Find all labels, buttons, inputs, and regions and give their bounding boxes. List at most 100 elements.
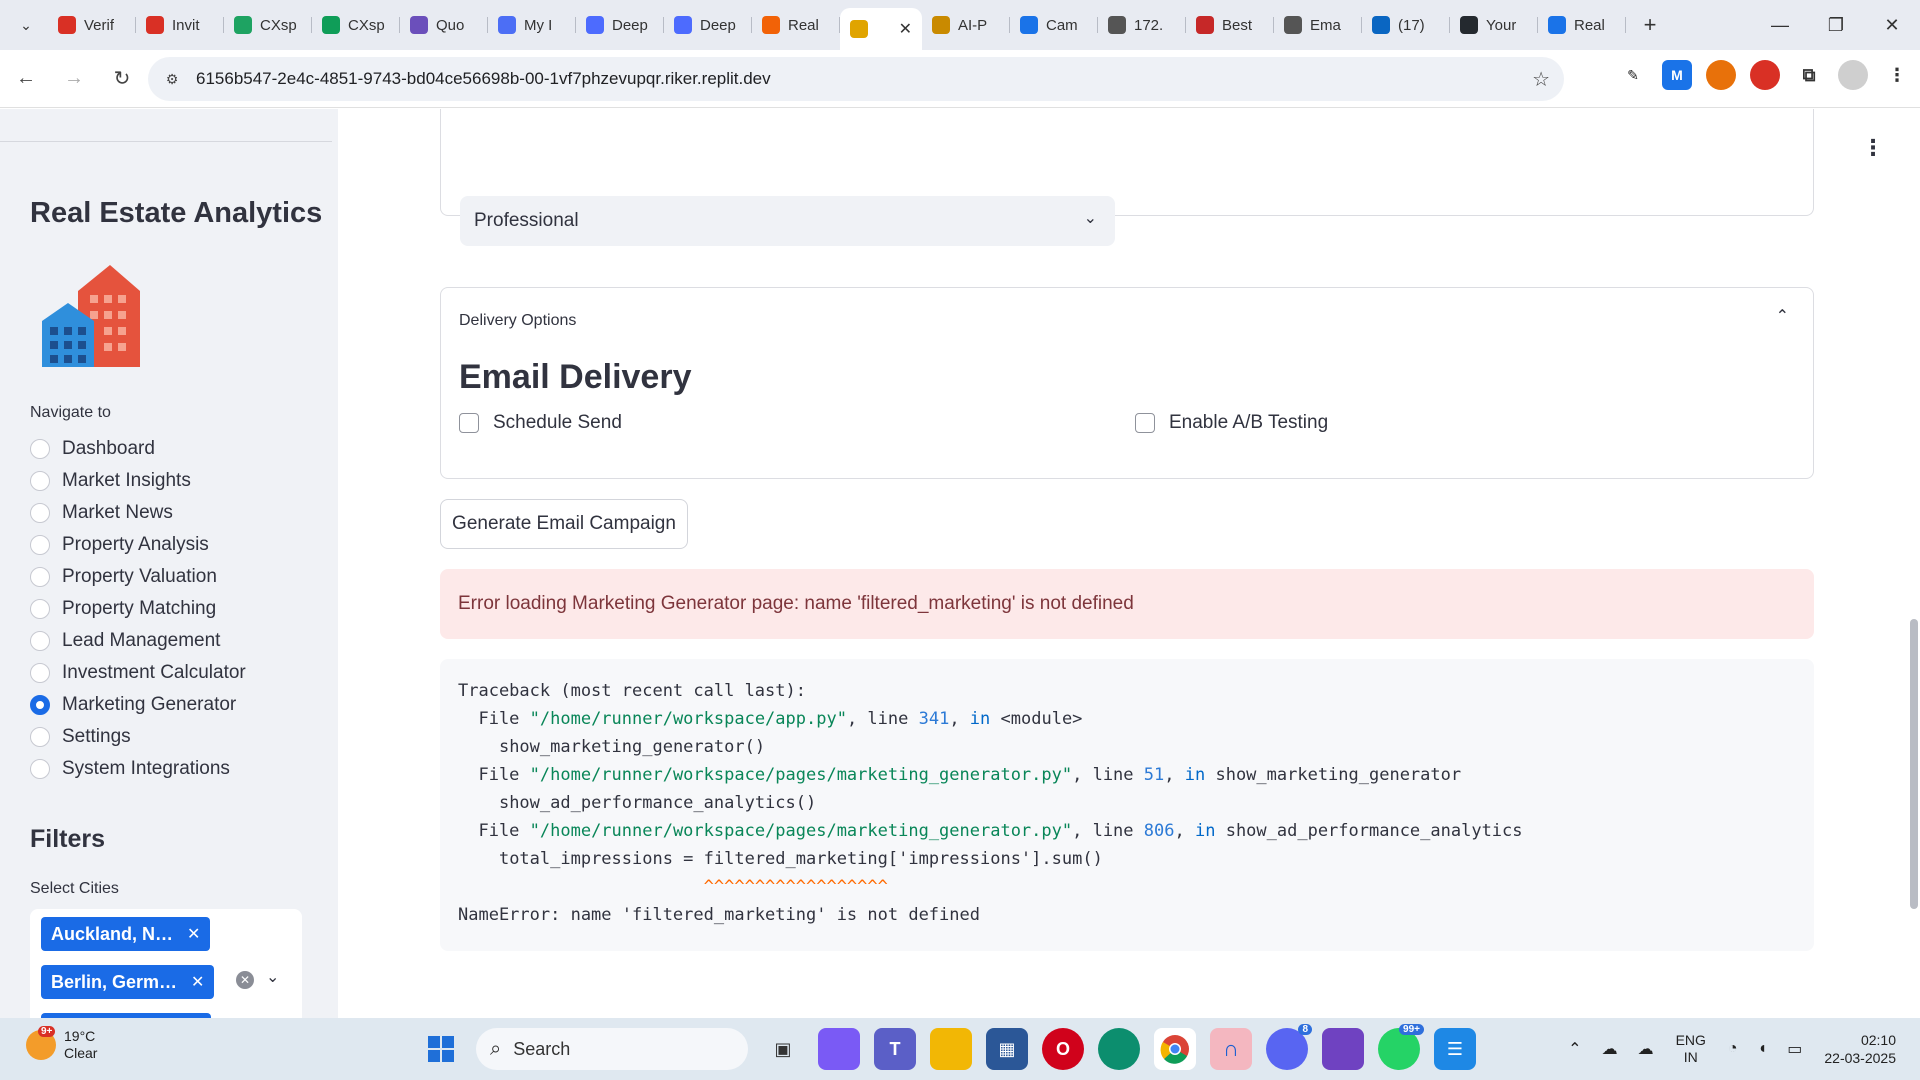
taskbar-search[interactable]: ⌕ Search (476, 1028, 748, 1070)
radio-button[interactable] (30, 727, 50, 747)
close-tab-icon[interactable]: ✕ (899, 19, 912, 39)
file-explorer-icon[interactable] (930, 1028, 972, 1070)
checkbox-box[interactable] (459, 413, 479, 433)
city-chip[interactable]: Auckland, N… ✕ (41, 917, 211, 951)
radio-button[interactable] (30, 535, 50, 555)
arc-browser-icon[interactable]: ∩ (1210, 1028, 1252, 1070)
chevron-down-icon[interactable]: ⌄ (266, 967, 279, 987)
browser-tab[interactable]: Real (1538, 5, 1626, 45)
minimize-button[interactable]: — (1752, 0, 1808, 50)
radio-button[interactable] (30, 631, 50, 651)
url-text[interactable]: 6156b547-2e4c-4851-9743-bd04ce56698b-00-… (196, 69, 771, 89)
chrome-icon[interactable] (1154, 1028, 1196, 1070)
nav-radio-item[interactable]: Market Insights (30, 465, 246, 497)
teams-icon[interactable]: T (874, 1028, 916, 1070)
browser-tab[interactable]: CXsp (224, 5, 312, 45)
radio-button[interactable] (30, 471, 50, 491)
nav-radio-item[interactable]: Settings (30, 721, 246, 753)
copilot-icon[interactable] (818, 1028, 860, 1070)
browser-tab[interactable]: ✕ (840, 8, 922, 50)
discord-icon[interactable]: 8 (1266, 1024, 1312, 1070)
task-view-icon[interactable]: ▣ (762, 1028, 804, 1070)
start-button[interactable] (420, 1028, 462, 1070)
remove-chip-icon[interactable]: ✕ (191, 972, 204, 992)
clear-all-icon[interactable]: ✕ (236, 971, 254, 989)
checkbox-box[interactable] (1135, 413, 1155, 433)
browser-tab[interactable]: Ema (1274, 5, 1362, 45)
delivery-options-header[interactable]: Delivery Options (459, 312, 576, 330)
close-window-button[interactable]: ✕ (1864, 0, 1920, 50)
remove-chip-icon[interactable]: ✕ (187, 924, 200, 944)
new-tab-button[interactable]: + (1632, 7, 1668, 43)
browser-tab[interactable]: Deep (664, 5, 752, 45)
nav-radio-item[interactable]: Property Valuation (30, 561, 246, 593)
generate-email-campaign-button[interactable]: Generate Email Campaign (440, 499, 688, 549)
site-info-icon[interactable]: ⚙ (152, 71, 192, 88)
chevron-up-icon[interactable]: ⌃ (1568, 1039, 1581, 1059)
pokeball-extension-icon[interactable] (1750, 60, 1780, 90)
browser-menu-icon[interactable]: ⋮ (1882, 60, 1912, 90)
reload-button[interactable]: ↻ (100, 57, 144, 101)
weather-widget[interactable]: 9+ 19°C Clear (26, 1026, 97, 1062)
radio-button[interactable] (30, 599, 50, 619)
eyedropper-extension-icon[interactable]: ✎ (1618, 60, 1648, 90)
browser-tab[interactable]: Your (1450, 5, 1538, 45)
app-menu-icon[interactable]: ⋮ (1862, 137, 1884, 159)
browser-tab[interactable]: (17) (1362, 5, 1450, 45)
tab-search-button[interactable]: ⌄ (8, 7, 44, 43)
nav-radio-item[interactable]: System Integrations (30, 753, 246, 785)
notepad-icon[interactable]: ☰ (1434, 1028, 1476, 1070)
back-button[interactable]: ← (4, 57, 48, 101)
radio-button[interactable] (30, 663, 50, 683)
nav-radio-item[interactable]: Property Matching (30, 593, 246, 625)
chevron-up-icon[interactable]: ⌃ (1776, 306, 1789, 326)
nav-radio-item[interactable]: Property Analysis (30, 529, 246, 561)
city-chip[interactable]: Berlin, Germ… ✕ (41, 965, 215, 999)
browser-tab[interactable]: CXsp (312, 5, 400, 45)
browser-tab[interactable]: Cam (1010, 5, 1098, 45)
clock[interactable]: 02:10 22-03-2025 (1824, 1031, 1896, 1067)
radio-button[interactable] (30, 695, 50, 715)
nav-radio-item[interactable]: Lead Management (30, 625, 246, 657)
forward-button[interactable]: → (52, 57, 96, 101)
onedrive-icon[interactable]: ☁ (1602, 1039, 1618, 1059)
browser-tab[interactable]: My I (488, 5, 576, 45)
nav-radio-item[interactable]: Dashboard (30, 433, 246, 465)
nav-radio-item[interactable]: Marketing Generator (30, 689, 246, 721)
browser-tab[interactable]: 172. (1098, 5, 1186, 45)
browser-tab[interactable]: Invit (136, 5, 224, 45)
page-scrollbar[interactable] (1910, 619, 1918, 909)
browser-tab[interactable]: Best (1186, 5, 1274, 45)
wifi-icon[interactable]: ◔ (1728, 1040, 1738, 1058)
profile-avatar[interactable] (1838, 60, 1868, 90)
puzzle-extensions-icon[interactable]: ⧉ (1794, 60, 1824, 90)
opera-icon[interactable]: O (1042, 1028, 1084, 1070)
radio-button[interactable] (30, 439, 50, 459)
tone-select[interactable]: Professional ⌄ (460, 196, 1115, 246)
radio-button[interactable] (30, 759, 50, 779)
address-bar[interactable]: ⚙ 6156b547-2e4c-4851-9743-bd04ce56698b-0… (148, 57, 1564, 101)
browser-tab[interactable]: AI-P (922, 5, 1010, 45)
bookmark-star-icon[interactable]: ☆ (1532, 67, 1550, 92)
sync-icon[interactable]: ☁ (1638, 1039, 1654, 1059)
nav-radio-item[interactable]: Investment Calculator (30, 657, 246, 689)
extension-icon[interactable] (1706, 60, 1736, 90)
radio-button[interactable] (30, 567, 50, 587)
volume-icon[interactable]: ◖ (1758, 1040, 1768, 1058)
battery-icon[interactable]: ▭ (1787, 1039, 1802, 1059)
language-indicator[interactable]: ENG IN (1676, 1032, 1706, 1066)
browser-tab[interactable]: Verif (48, 5, 136, 45)
store-icon[interactable]: ▦ (986, 1028, 1028, 1070)
clipchamp-icon[interactable] (1322, 1028, 1364, 1070)
m-extension-icon[interactable]: M (1662, 60, 1692, 90)
radio-button[interactable] (30, 503, 50, 523)
restore-button[interactable]: ❐ (1808, 0, 1864, 50)
edge-icon[interactable] (1098, 1028, 1140, 1070)
schedule-send-checkbox[interactable]: Schedule Send (459, 412, 622, 434)
browser-tab[interactable]: Real (752, 5, 840, 45)
cities-multiselect[interactable]: Auckland, N… ✕ Berlin, Germ… ✕ ✕ ⌄ (30, 909, 302, 1018)
nav-radio-item[interactable]: Market News (30, 497, 246, 529)
ab-testing-checkbox[interactable]: Enable A/B Testing (1135, 412, 1328, 434)
browser-tab[interactable]: Deep (576, 5, 664, 45)
browser-tab[interactable]: Quo (400, 5, 488, 45)
